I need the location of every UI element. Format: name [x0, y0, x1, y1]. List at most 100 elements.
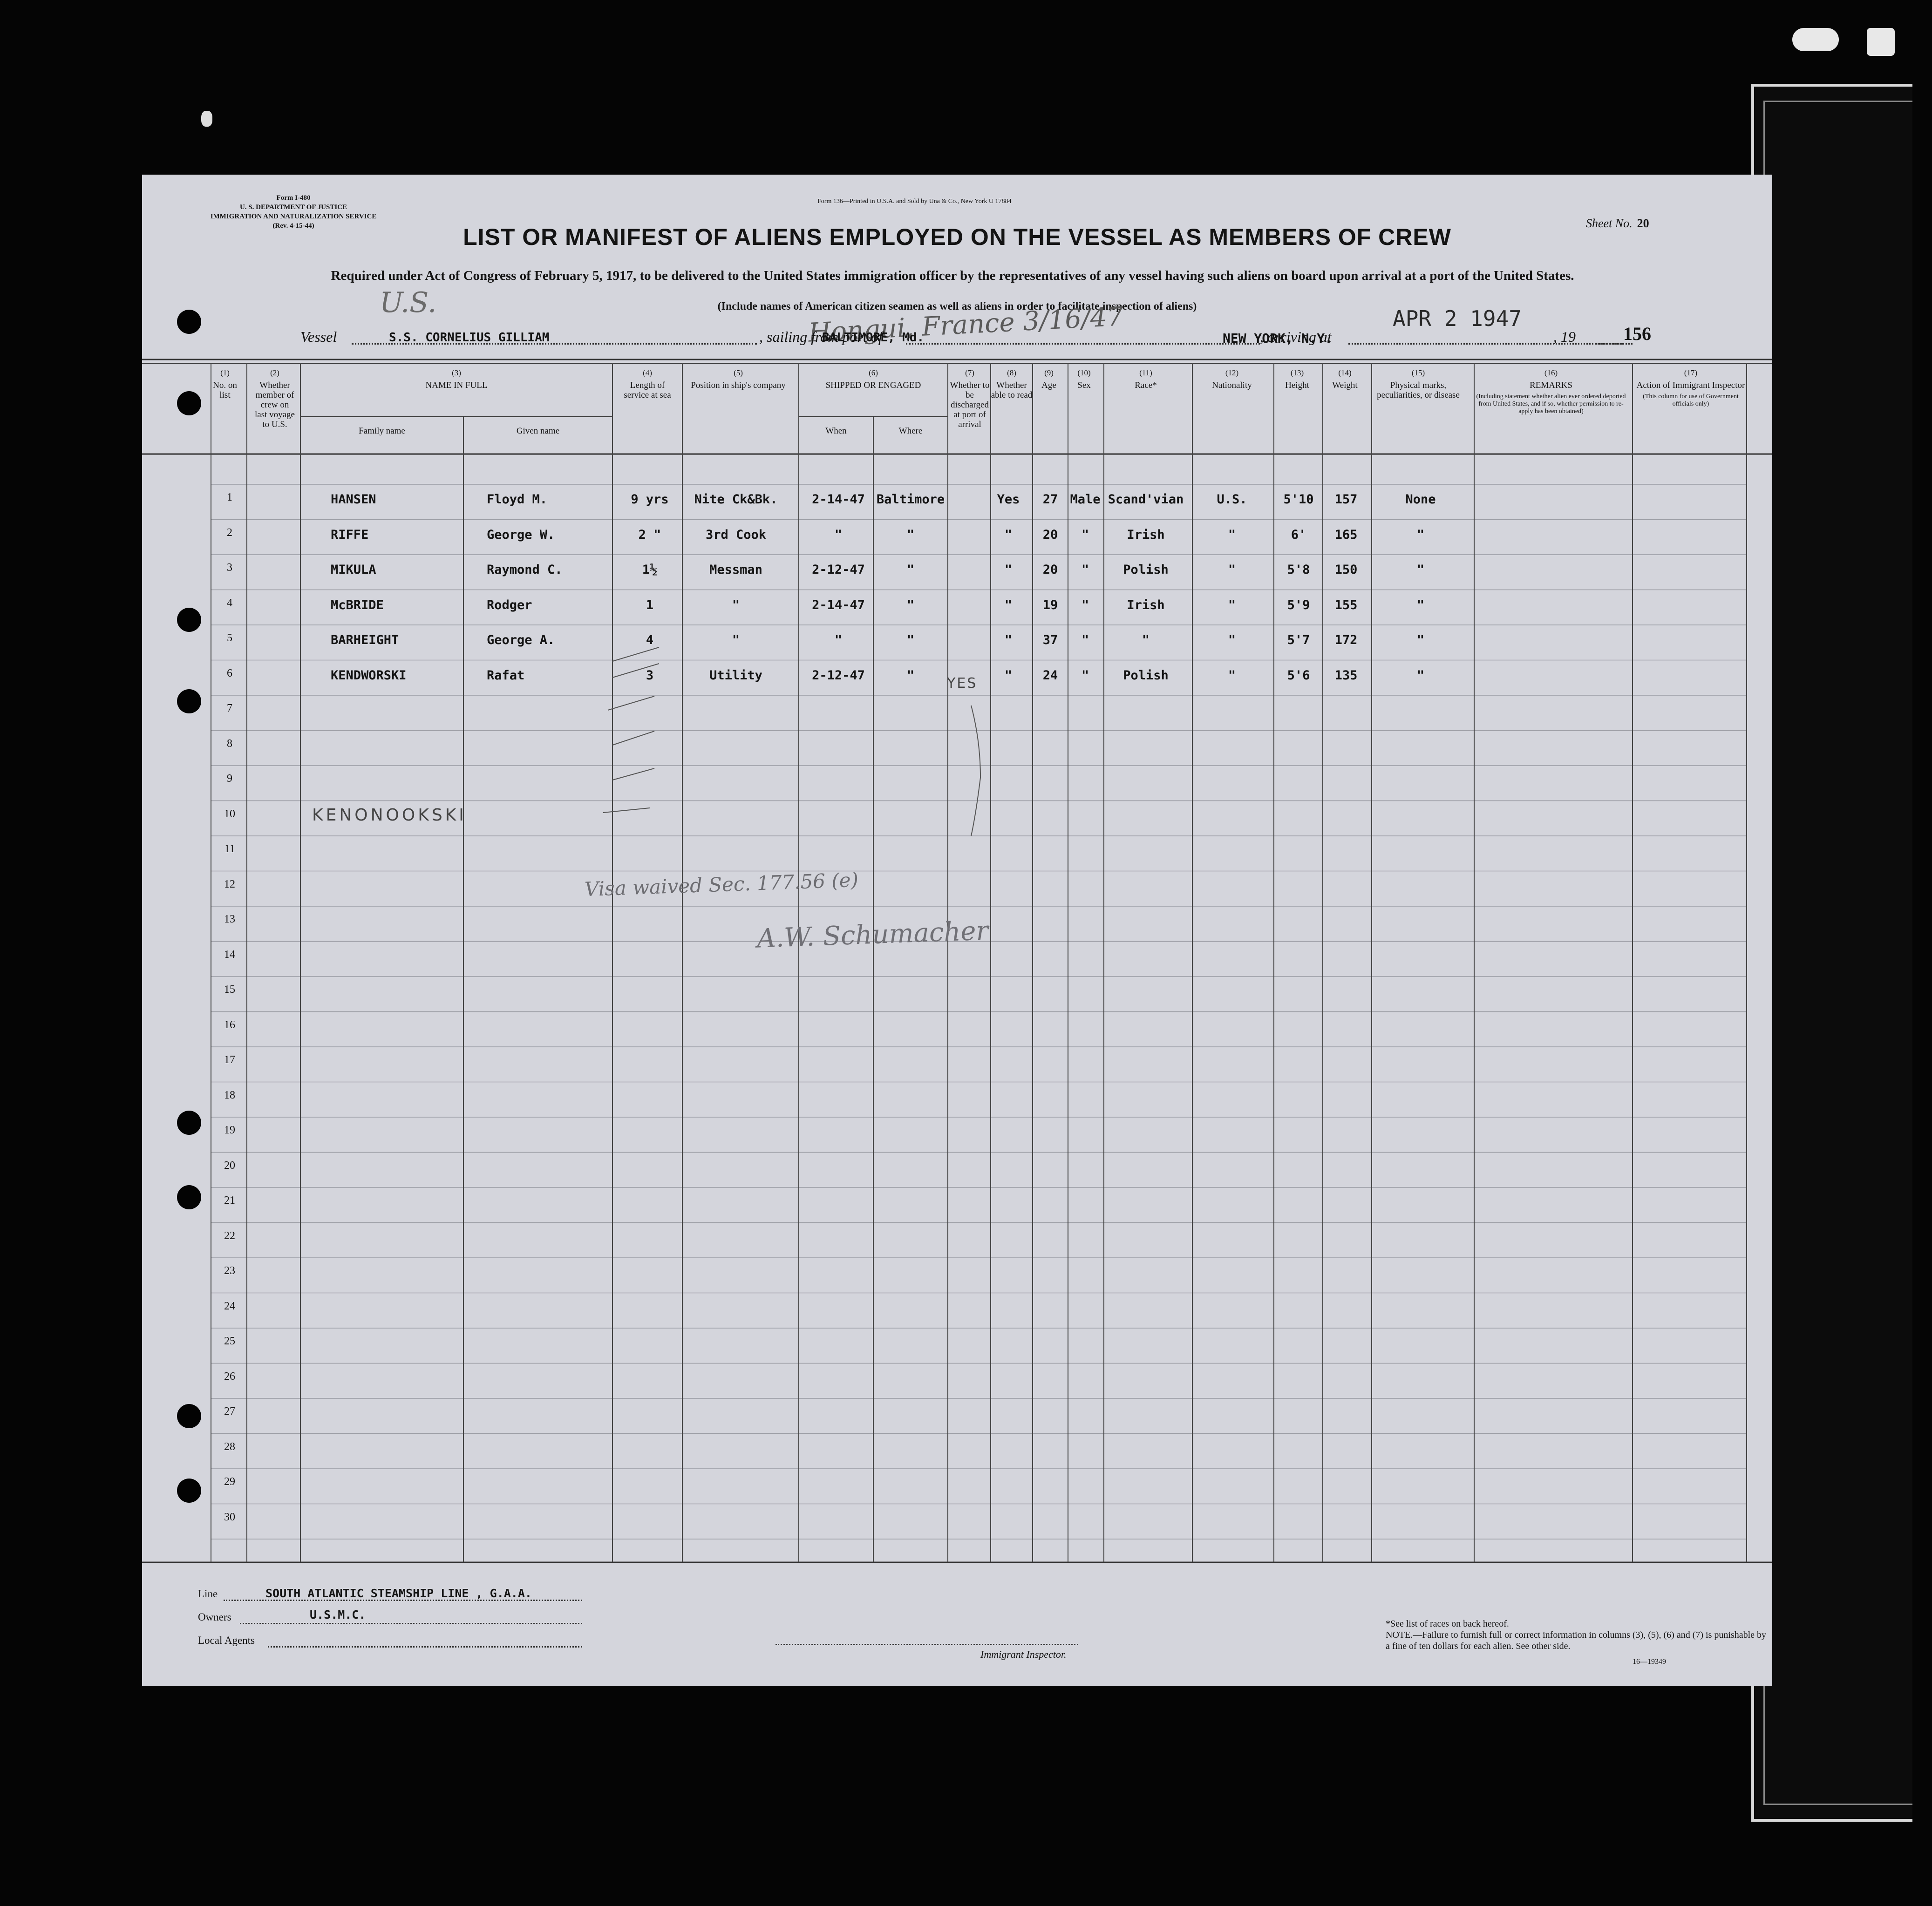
- handwritten-discharge-yes: YES: [947, 675, 978, 692]
- column-number: (3): [452, 368, 461, 377]
- crew-family: McBRIDE: [331, 597, 384, 612]
- column-label: Whether member of crew on last voyage to…: [254, 380, 295, 429]
- column-header-16: (16) REMARKS (Including statement whether …: [1474, 368, 1628, 415]
- column-detail: (This column for use of Government offic…: [1643, 393, 1739, 407]
- crew-height: 5'6: [1287, 668, 1310, 683]
- column-header-17: (17) Action of Immigrant Inspector (This c…: [1635, 368, 1747, 408]
- crew-marks: ": [1416, 597, 1425, 612]
- row-number: 12: [224, 878, 235, 890]
- crew-nationality: ": [1228, 597, 1236, 612]
- row-number: 28: [224, 1440, 235, 1453]
- line-value: SOUTH ATLANTIC STEAMSHIP LINE , G.A.A.: [265, 1587, 532, 1600]
- column-number: (14): [1338, 368, 1352, 377]
- column-label: REMARKS: [1530, 380, 1572, 390]
- column-label: No. on list: [213, 380, 237, 400]
- row-number: 10: [224, 807, 235, 820]
- crew-read: Yes: [997, 492, 1020, 507]
- crew-position: ": [732, 597, 740, 612]
- column-number: (2): [270, 368, 279, 377]
- column-label: Physical marks, peculiarities, or diseas…: [1377, 380, 1460, 400]
- crew-when: 2-14-47: [812, 492, 865, 507]
- column-number: (1): [220, 368, 230, 377]
- crew-sex: ": [1081, 597, 1089, 612]
- row-number: 16: [224, 1018, 235, 1031]
- crew-position: Utility: [709, 668, 762, 683]
- crew-nationality: ": [1228, 563, 1236, 577]
- corner-mark: [1792, 28, 1839, 51]
- row-number: 21: [224, 1194, 235, 1207]
- crew-position: ": [732, 633, 740, 647]
- crew-race: Polish: [1123, 668, 1169, 683]
- crew-where: ": [906, 597, 915, 612]
- crew-marks: ": [1416, 668, 1425, 683]
- column-header-4: (4) Length of service at sea: [622, 368, 673, 400]
- crew-weight: 157: [1334, 492, 1358, 507]
- crew-given: George A.: [487, 633, 555, 647]
- punch-hole: [177, 310, 201, 334]
- crew-position: 3rd Cook: [705, 527, 767, 542]
- crew-family: KENDWORSKI: [331, 668, 407, 683]
- crew-race: Irish: [1127, 597, 1165, 612]
- column-detail: (Including statement whether alien ever …: [1476, 393, 1626, 415]
- column-label: Race*: [1135, 380, 1157, 390]
- film-smudge: [201, 111, 212, 127]
- crew-when: ": [834, 527, 843, 542]
- crew-race: Scand'vian: [1108, 492, 1184, 507]
- agents-dots: [268, 1646, 582, 1648]
- row-number: 19: [224, 1124, 235, 1136]
- sailing-dots: [906, 343, 1260, 345]
- column-header-1: (1) No. on list: [211, 368, 239, 400]
- crew-family: BARHEIGHT: [331, 633, 399, 647]
- crew-given: Raymond C.: [487, 563, 563, 577]
- row-number: 30: [224, 1511, 235, 1523]
- year-label: , 19: [1553, 328, 1576, 345]
- year-dots: [1595, 343, 1623, 345]
- row-number: 23: [224, 1265, 235, 1277]
- required-statement: Required under Act of Congress of Februa…: [331, 268, 1574, 283]
- back-sheet-inner: [1763, 101, 1912, 1805]
- row-number: 8: [227, 737, 232, 750]
- crew-where: ": [906, 527, 915, 542]
- crew-when: ": [834, 633, 843, 647]
- form-info-line: U. S. DEPARTMENT OF JUSTICE: [239, 203, 347, 211]
- row-number: 13: [224, 913, 235, 925]
- crew-given: George W.: [487, 527, 555, 542]
- row-number: 27: [224, 1405, 235, 1418]
- column-subheader-when: When: [825, 426, 847, 436]
- crew-sex: Male: [1070, 492, 1101, 507]
- crew-sex: ": [1081, 668, 1089, 683]
- column-header-8: (8) Whether able to read: [991, 368, 1033, 400]
- row-number: 26: [224, 1370, 235, 1383]
- crew-sex: ": [1081, 633, 1089, 647]
- form-info-line: IMMIGRATION AND NATURALIZATION SERVICE: [210, 213, 377, 220]
- owners-label: Owners: [198, 1611, 231, 1623]
- column-header-10: (10) Sex: [1069, 368, 1099, 390]
- column-number: (6): [869, 368, 878, 377]
- column-label: Nationality: [1212, 380, 1252, 390]
- column-number: (17): [1684, 368, 1698, 377]
- row-number: 29: [224, 1476, 235, 1488]
- row-number: 14: [224, 948, 235, 961]
- handwritten-name-correction: KENONOOKSKI: [312, 806, 467, 825]
- crew-given: Floyd M.: [487, 492, 548, 507]
- column-label: Whether to be discharged at port of arri…: [950, 380, 990, 429]
- crew-where: ": [906, 668, 915, 683]
- column-header-9: (9) Age: [1033, 368, 1065, 390]
- column-number: (9): [1044, 368, 1054, 377]
- crew-sex: ": [1081, 563, 1089, 577]
- column-subheader-where: Where: [898, 426, 923, 436]
- column-subheader-family: Family name: [359, 426, 405, 436]
- crew-weight: 155: [1334, 597, 1358, 612]
- column-label: Height: [1285, 380, 1309, 390]
- column-number: (5): [734, 368, 743, 377]
- owners-dots: [240, 1623, 582, 1624]
- column-header-15: (15) Physical marks, peculiarities, or di…: [1372, 368, 1465, 400]
- crew-service: 1½: [642, 563, 658, 577]
- column-label: Weight: [1332, 380, 1358, 390]
- handwritten-us: U.S.: [380, 286, 437, 319]
- column-header-3: (3) NAME IN FULL: [300, 368, 612, 390]
- crew-position: Messman: [709, 563, 762, 577]
- crew-height: 5'7: [1287, 633, 1310, 647]
- crew-nationality: ": [1228, 668, 1236, 683]
- crew-weight: 150: [1334, 563, 1358, 577]
